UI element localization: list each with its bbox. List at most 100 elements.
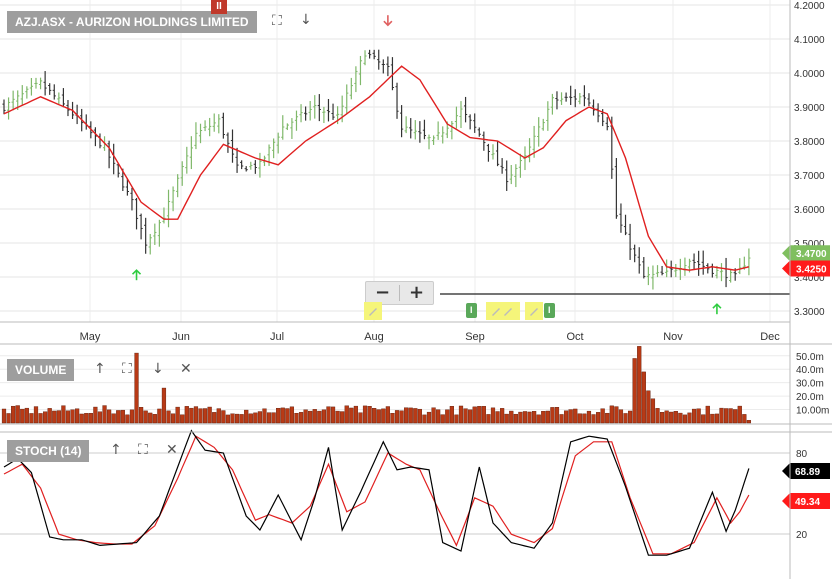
arrow-down-icon[interactable]: ↓: [152, 361, 164, 377]
pencil-badge[interactable]: [364, 302, 382, 320]
arrow-up-icon[interactable]: ↑: [94, 361, 106, 377]
volume-bar: [646, 390, 651, 424]
volume-bar: [431, 407, 436, 424]
volume-bar: [175, 406, 180, 424]
price-tick-label: 3.8000: [794, 137, 825, 148]
volume-bar: [605, 412, 610, 424]
volume-bar: [84, 413, 89, 424]
zoom-in-button[interactable]: +: [400, 282, 433, 304]
volume-bar: [11, 405, 16, 424]
price-tick-label: 3.7000: [794, 171, 825, 182]
close-icon[interactable]: ✕: [180, 361, 192, 377]
volume-bar: [216, 408, 221, 424]
volume-bar: [527, 411, 532, 424]
volume-tick-label: 50.0m: [796, 352, 824, 363]
volume-bar: [317, 410, 322, 424]
date-tick-label: Dec: [760, 331, 780, 343]
volume-bar: [134, 352, 139, 424]
volume-bar: [408, 407, 413, 424]
volume-bar: [577, 413, 582, 424]
volume-bar: [143, 410, 148, 424]
event-badge[interactable]: I: [466, 303, 477, 318]
volume-bar: [303, 409, 308, 424]
volume-bar: [618, 409, 624, 424]
volume-bar: [367, 406, 372, 424]
volume-bar: [472, 406, 477, 424]
price-tick-label: 4.1000: [794, 35, 825, 46]
volume-bar: [225, 414, 231, 424]
collapse-button[interactable]: II: [211, 0, 227, 14]
volume-title: VOLUME: [7, 359, 75, 381]
volume-bar: [1, 408, 7, 424]
price-tick-label: 3.3000: [794, 307, 825, 318]
volume-bar: [358, 412, 363, 424]
close-icon[interactable]: ✕: [166, 442, 178, 458]
volume-bars: [1, 346, 752, 424]
volume-bar: [682, 414, 688, 424]
volume-bar: [340, 411, 345, 424]
volume-bar: [294, 413, 299, 424]
volume-bar: [244, 409, 249, 424]
volume-bar: [687, 412, 692, 424]
stoch-title: STOCH (14): [7, 440, 90, 462]
volume-bar: [120, 409, 125, 424]
date-tick-label: Sep: [465, 331, 485, 343]
volume-bar: [116, 410, 121, 424]
expand-icon[interactable]: ⛶: [138, 442, 148, 458]
volume-bar: [678, 412, 683, 424]
volume-bar: [20, 408, 25, 424]
volume-bar: [362, 405, 368, 424]
volume-bar: [152, 414, 157, 424]
zoom-out-button[interactable]: −: [366, 282, 399, 304]
volume-bar: [701, 414, 706, 424]
volume-bar: [29, 413, 34, 424]
volume-bar: [125, 414, 130, 424]
date-tick-label: Jun: [172, 331, 190, 343]
expand-icon[interactable]: ⛶: [272, 13, 282, 29]
volume-bar: [148, 412, 153, 424]
volume-bar: [541, 410, 546, 424]
expand-icon[interactable]: ⛶: [122, 361, 132, 377]
volume-bar: [468, 409, 473, 424]
volume-bar: [554, 407, 560, 424]
volume-bar: [458, 405, 464, 424]
volume-bar: [212, 412, 217, 424]
volume-bar: [673, 411, 678, 424]
volume-bar: [696, 408, 701, 424]
volume-bar: [568, 409, 573, 424]
volume-bar: [486, 414, 491, 424]
volume-bar: [47, 408, 52, 424]
volume-bar: [477, 406, 482, 424]
arrow-up-icon[interactable]: ↑: [110, 442, 122, 458]
volume-bar: [289, 406, 295, 424]
volume-bar: [614, 406, 619, 424]
price-tick-label: 4.0000: [794, 69, 825, 80]
volume-bar: [586, 410, 592, 424]
volume-bar: [248, 413, 253, 424]
volume-bar: [659, 412, 665, 424]
arrow-down-icon[interactable]: ↓: [300, 12, 312, 28]
volume-bar: [257, 411, 263, 424]
date-axis: May Jun Jul Aug Sep Oct Nov Dec: [80, 331, 781, 343]
volume-bar: [509, 410, 514, 424]
pencil-badge[interactable]: [486, 302, 520, 320]
sma-line: [3, 65, 750, 271]
volume-bar: [504, 413, 509, 424]
volume-bar: [276, 407, 281, 424]
volume-bar: [38, 413, 43, 424]
volume-bar: [637, 346, 642, 424]
pencil-badge[interactable]: [525, 302, 543, 320]
volume-bar: [33, 406, 39, 424]
volume-bar: [24, 407, 29, 424]
event-badge[interactable]: I: [544, 303, 555, 318]
volume-tick-label: 40.0m: [796, 365, 824, 376]
price-tick-label: 3.6000: [794, 205, 825, 216]
volume-bar: [93, 406, 98, 424]
price-tick-label: 4.2000: [794, 1, 825, 12]
volume-bar: [600, 408, 605, 424]
volume-bar: [627, 410, 633, 424]
volume-bar: [641, 371, 646, 424]
volume-bar: [532, 411, 537, 424]
volume-bar: [111, 413, 116, 424]
volume-tick-label: 20.0m: [796, 392, 824, 403]
